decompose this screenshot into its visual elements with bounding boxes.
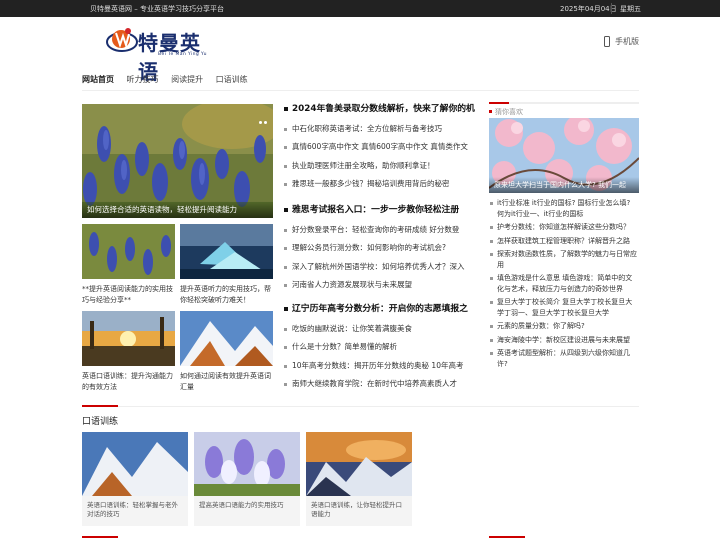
section-divider [82, 406, 639, 407]
sidebar-list-item[interactable]: 填色游戏是什么意思 填色游戏：简单中的文化与艺术，释放压力与创造力的奇妙世界 [489, 273, 639, 294]
thumb-image-2 [180, 224, 273, 279]
oral-card-3[interactable]: 英语口语训练，让你轻松提升口语能力 [306, 432, 412, 526]
site-description: 贝特曼英语网 – 专业英语学习技巧分享平台 [90, 5, 224, 13]
oral-card-image-1 [82, 432, 188, 496]
current-weekday: 星期五 [620, 5, 641, 13]
thumb-image-3 [82, 311, 175, 366]
thumb-caption-1[interactable]: **提升英语阅读能力的实用技巧与经验分享** [82, 284, 175, 306]
news-item[interactable]: 雅思班一般都多少钱？揭秘培训费用背后的秘密 [284, 175, 478, 193]
thumb-caption-4[interactable]: 如何通过阅读有效提升英语词汇量 [180, 371, 273, 393]
sidebar-list-item[interactable]: 怎样获取建筑工程管理职称？详解晋升之路 [489, 236, 639, 247]
nav-item-listening[interactable]: 听力技巧 [127, 75, 159, 84]
oral-card-caption: 提高英语口语能力的实用技巧 [199, 501, 284, 509]
top-bar: 贝特曼英语网 – 专业英语学习技巧分享平台 2025年04月04日 星期五 [0, 0, 720, 17]
oral-card-image-3 [306, 432, 412, 496]
main-nav: 网站首页 听力技巧 阅读提升 口语训练 [82, 74, 258, 85]
section-accent [82, 405, 118, 407]
site-logo[interactable]: 特曼英语 Bei Te Man Ying Yu [106, 25, 218, 84]
news-item[interactable]: 南师大继续教育学院：在新时代中培养高素质人才 [284, 375, 478, 393]
featured-article[interactable]: 如何选择合适的英语读物，轻松提升阅读能力 [82, 104, 273, 218]
thumb-caption-2[interactable]: 提升英语听力的实用技巧，帮你轻松突破听力难关！ [180, 284, 273, 306]
oral-card-caption: 英语口语训练：轻松掌握与老外对话的技巧 [87, 501, 178, 518]
divider [611, 3, 612, 14]
logo-pinyin: Bei Te Man Ying Yu [158, 52, 207, 57]
mobile-version-link[interactable]: 手机版 [604, 36, 639, 47]
sidebar-title: 猜你喜欢 [489, 102, 639, 117]
news-item[interactable]: 好分数登录平台：轻松查询你的考研成绩 好分数登 [284, 221, 478, 239]
sidebar-list-item[interactable]: 海安海陵中学：新校区建设进展与未来展望 [489, 335, 639, 346]
thumb-article-3[interactable] [82, 311, 175, 366]
logo-mark-icon [106, 28, 138, 52]
thumb-caption-3[interactable]: 英语口语训练：提升沟通能力的有效方法 [82, 371, 175, 393]
nav-item-home[interactable]: 网站首页 [82, 75, 114, 84]
news-item[interactable]: 深入了解杭州外国语学校：如何培养优秀人才？深入 [284, 258, 478, 276]
sidebar-list-item[interactable]: 英语考试题型解析：从四级到六级你知道几许? [489, 348, 639, 369]
news-group-3: 辽宁历年高考分数分析：开启你的志愿填报之 吃饭的幽默说说：让你笑着满腹美食 什么… [284, 302, 478, 393]
news-item[interactable]: 理解公务员行测分数：如何影响你的考试机会? [284, 239, 478, 257]
sidebar-list-item[interactable]: 元素的质量分数：你了解吗? [489, 321, 639, 332]
sidebar: 猜你喜欢 原来坦大学扫当于国内什么大学? 我们一起 it行业标准 it行业的国标… [489, 102, 639, 368]
news-item[interactable]: 河南省人力资源发展现状与未来展望 [284, 276, 478, 294]
featured-caption: 如何选择合适的英语读物，轻松提升阅读能力 [82, 201, 273, 218]
carousel-dots[interactable] [257, 109, 267, 128]
news-item[interactable]: 吃饭的幽默说说：让你笑着满腹美食 [284, 320, 478, 338]
thumb-article-2[interactable] [180, 224, 273, 279]
thumb-image-1 [82, 224, 175, 279]
news-item[interactable]: 什么是十分数？简单易懂的解析 [284, 338, 478, 356]
sidebar-featured-article[interactable]: 原来坦大学扫当于国内什么大学? 我们一起 [489, 118, 639, 193]
nav-item-reading[interactable]: 阅读提升 [171, 75, 203, 84]
news-item[interactable]: 执业助理医师注册全攻略，助你顺利拿证！ [284, 157, 478, 175]
news-item[interactable]: 10年高考分数线：揭开历年分数线的奥秘 10年高考 [284, 357, 478, 375]
oral-card-image-2 [194, 432, 300, 496]
news-item[interactable]: 真情600字高中作文 真情600字高中作文 真情类作文 [284, 138, 478, 156]
news-headline[interactable]: 辽宁历年高考分数分析：开启你的志愿填报之 [284, 302, 478, 316]
sidebar-list-item[interactable]: 复旦大学丁校长简介 复旦大学丁校长复旦大学丁羽一、复旦大学丁校长复旦大学 [489, 297, 639, 318]
sidebar-list: it行业标准 it行业的国标? 国标行业怎么填? 何为it行业一、it行业的国标… [489, 198, 639, 372]
oral-card-caption: 英语口语训练，让你轻松提升口语能力 [311, 501, 402, 518]
thumb-article-4[interactable] [180, 311, 273, 366]
section-accent [489, 536, 525, 538]
current-date: 2025年04月04日 [560, 5, 617, 13]
nav-item-speaking[interactable]: 口语训练 [216, 75, 248, 84]
sidebar-list-item[interactable]: it行业标准 it行业的国标? 国标行业怎么填? 何为it行业一、it行业的国标 [489, 198, 639, 219]
phone-icon [604, 36, 610, 47]
news-group-1: 2024年鲁美录取分数线解析，快来了解你的机 中石化职称英语考试：全方位解析与备… [284, 102, 478, 193]
sidebar-list-item[interactable]: 护考分数线：你知道怎样解读这些分数吗？ [489, 222, 639, 233]
oral-card-1[interactable]: 英语口语训练：轻松掌握与老外对话的技巧 [82, 432, 188, 526]
thumb-image-4 [180, 311, 273, 366]
news-item[interactable]: 中石化职称英语考试：全方位解析与备考技巧 [284, 120, 478, 138]
thumb-article-1[interactable] [82, 224, 175, 279]
sidebar-image-caption: 原来坦大学扫当于国内什么大学? 我们一起 [489, 177, 639, 193]
mobile-version-label: 手机版 [615, 37, 639, 46]
news-group-2: 雅思考试报名入口：一步一步教你轻松注册 好分数登录平台：轻松查询你的考研成绩 好… [284, 203, 478, 294]
section-title-oral[interactable]: 口语训练 [82, 414, 118, 427]
news-headline[interactable]: 雅思考试报名入口：一步一步教你轻松注册 [284, 203, 478, 217]
nav-divider [82, 90, 639, 91]
section-accent [82, 536, 118, 538]
sidebar-list-item[interactable]: 探索对数函数性质，了解数学的魅力与日常应用 [489, 249, 639, 270]
news-headline[interactable]: 2024年鲁美录取分数线解析，快来了解你的机 [284, 102, 478, 116]
oral-card-2[interactable]: 提高英语口语能力的实用技巧 [194, 432, 300, 526]
